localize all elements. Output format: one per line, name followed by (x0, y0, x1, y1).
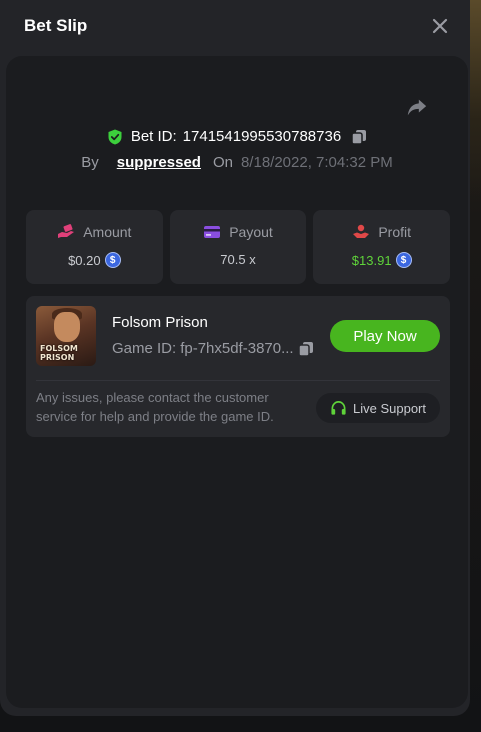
headset-icon (331, 400, 346, 415)
by-label: By (81, 154, 99, 171)
bet-slip-modal: Bet Slip Bet ID: 1741541995530788736 By … (0, 0, 470, 716)
stat-profit: Profit $13.91 $ (313, 210, 451, 284)
game-thumbnail[interactable]: FOLSOM PRISON (36, 306, 96, 366)
stat-amount-value-row: $0.20 $ (68, 252, 121, 268)
stat-profit-value-row: $13.91 $ (352, 252, 412, 268)
game-id-row: Game ID: fp-7hx5df-3870... (112, 340, 314, 357)
modal-title: Bet Slip (24, 16, 88, 35)
close-icon[interactable] (428, 14, 452, 38)
card-icon (204, 226, 221, 238)
modal-header: Bet Slip (0, 0, 470, 56)
live-support-button[interactable]: Live Support (316, 393, 440, 423)
stat-profit-label: Profit (378, 224, 412, 240)
stat-amount-label: Amount (83, 224, 132, 240)
game-id-label: Game ID: (112, 340, 177, 357)
thumbnail-logo-line-1: FOLSOM (40, 344, 78, 353)
username-link[interactable]: suppressed (117, 154, 201, 171)
thumbnail-face (54, 312, 80, 342)
stat-payout-value: 70.5 x (220, 252, 256, 267)
help-text: Any issues, please contact the customer … (36, 390, 274, 424)
stat-payout: Payout 70.5 x (169, 210, 307, 284)
stat-profit-head: Profit (352, 224, 411, 240)
stat-profit-value: $13.91 (351, 252, 392, 268)
stat-payout-head: Payout (203, 224, 273, 240)
bet-date: 8/18/2022, 7:04:32 PM (240, 154, 393, 171)
stats-row: Amount $0.20 $ Payout 70.5 x Profit $13.… (26, 210, 451, 284)
thumbnail-logo-line-2: PRISON (40, 353, 75, 362)
copy-icon[interactable] (351, 129, 367, 145)
copy-icon[interactable] (297, 341, 314, 357)
bet-meta-row: By suppressed On 8/18/2022, 7:04:32 PM (6, 154, 468, 171)
share-icon[interactable] (406, 96, 428, 118)
on-label: On (212, 154, 233, 171)
stat-payout-value-row: 70.5 x (220, 252, 255, 267)
stat-payout-label: Payout (229, 224, 273, 240)
divider (36, 380, 440, 381)
stat-amount-head: Amount (57, 224, 131, 240)
bet-id-value: 1741541995530788736 (182, 128, 342, 145)
hand-money-icon (58, 224, 75, 238)
thumbnail-logo: FOLSOM PRISON (40, 344, 78, 362)
live-support-label: Live Support (353, 400, 426, 416)
bet-id-row: Bet ID: 1741541995530788736 (6, 128, 468, 145)
bet-id-label: Bet ID: (130, 128, 177, 145)
stat-amount: Amount $0.20 $ (26, 210, 163, 284)
coin-icon: $ (395, 252, 412, 268)
bet-detail-panel: Bet ID: 1741541995530788736 By suppresse… (6, 56, 468, 708)
profit-hand-icon (353, 224, 370, 238)
shield-check-icon (108, 129, 122, 144)
game-id-value: fp-7hx5df-3870... (180, 340, 294, 357)
stat-amount-value: $0.20 (68, 252, 101, 268)
game-name: Folsom Prison (112, 314, 208, 331)
play-now-button[interactable]: Play Now (330, 320, 440, 352)
coin-icon: $ (104, 252, 121, 268)
game-card: FOLSOM PRISON Folsom Prison Game ID: fp-… (26, 296, 450, 437)
